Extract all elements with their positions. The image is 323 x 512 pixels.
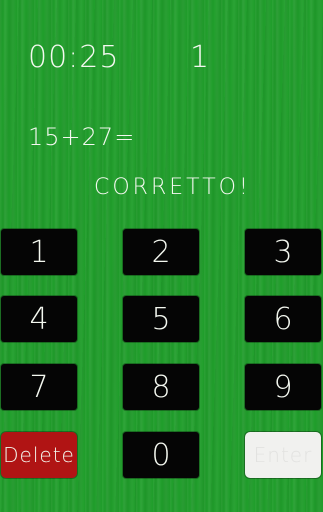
key-2-button[interactable]: 2 [123,229,199,275]
feedback-message: CORRETTO! [94,175,251,200]
key-0-button[interactable]: 0 [123,432,199,478]
timer-display: 00:25 [28,40,120,75]
question-expression: 15+27= [28,123,136,151]
delete-button[interactable]: Delete [1,432,77,478]
key-1-button[interactable]: 1 [1,229,77,275]
key-7-button[interactable]: 7 [1,364,77,410]
key-5-button[interactable]: 5 [123,296,199,342]
key-3-button[interactable]: 3 [245,229,321,275]
key-6-button[interactable]: 6 [245,296,321,342]
key-4-button[interactable]: 4 [1,296,77,342]
score-display: 1 [190,40,211,75]
key-9-button[interactable]: 9 [245,364,321,410]
enter-button[interactable]: Enter [245,432,321,478]
key-8-button[interactable]: 8 [123,364,199,410]
